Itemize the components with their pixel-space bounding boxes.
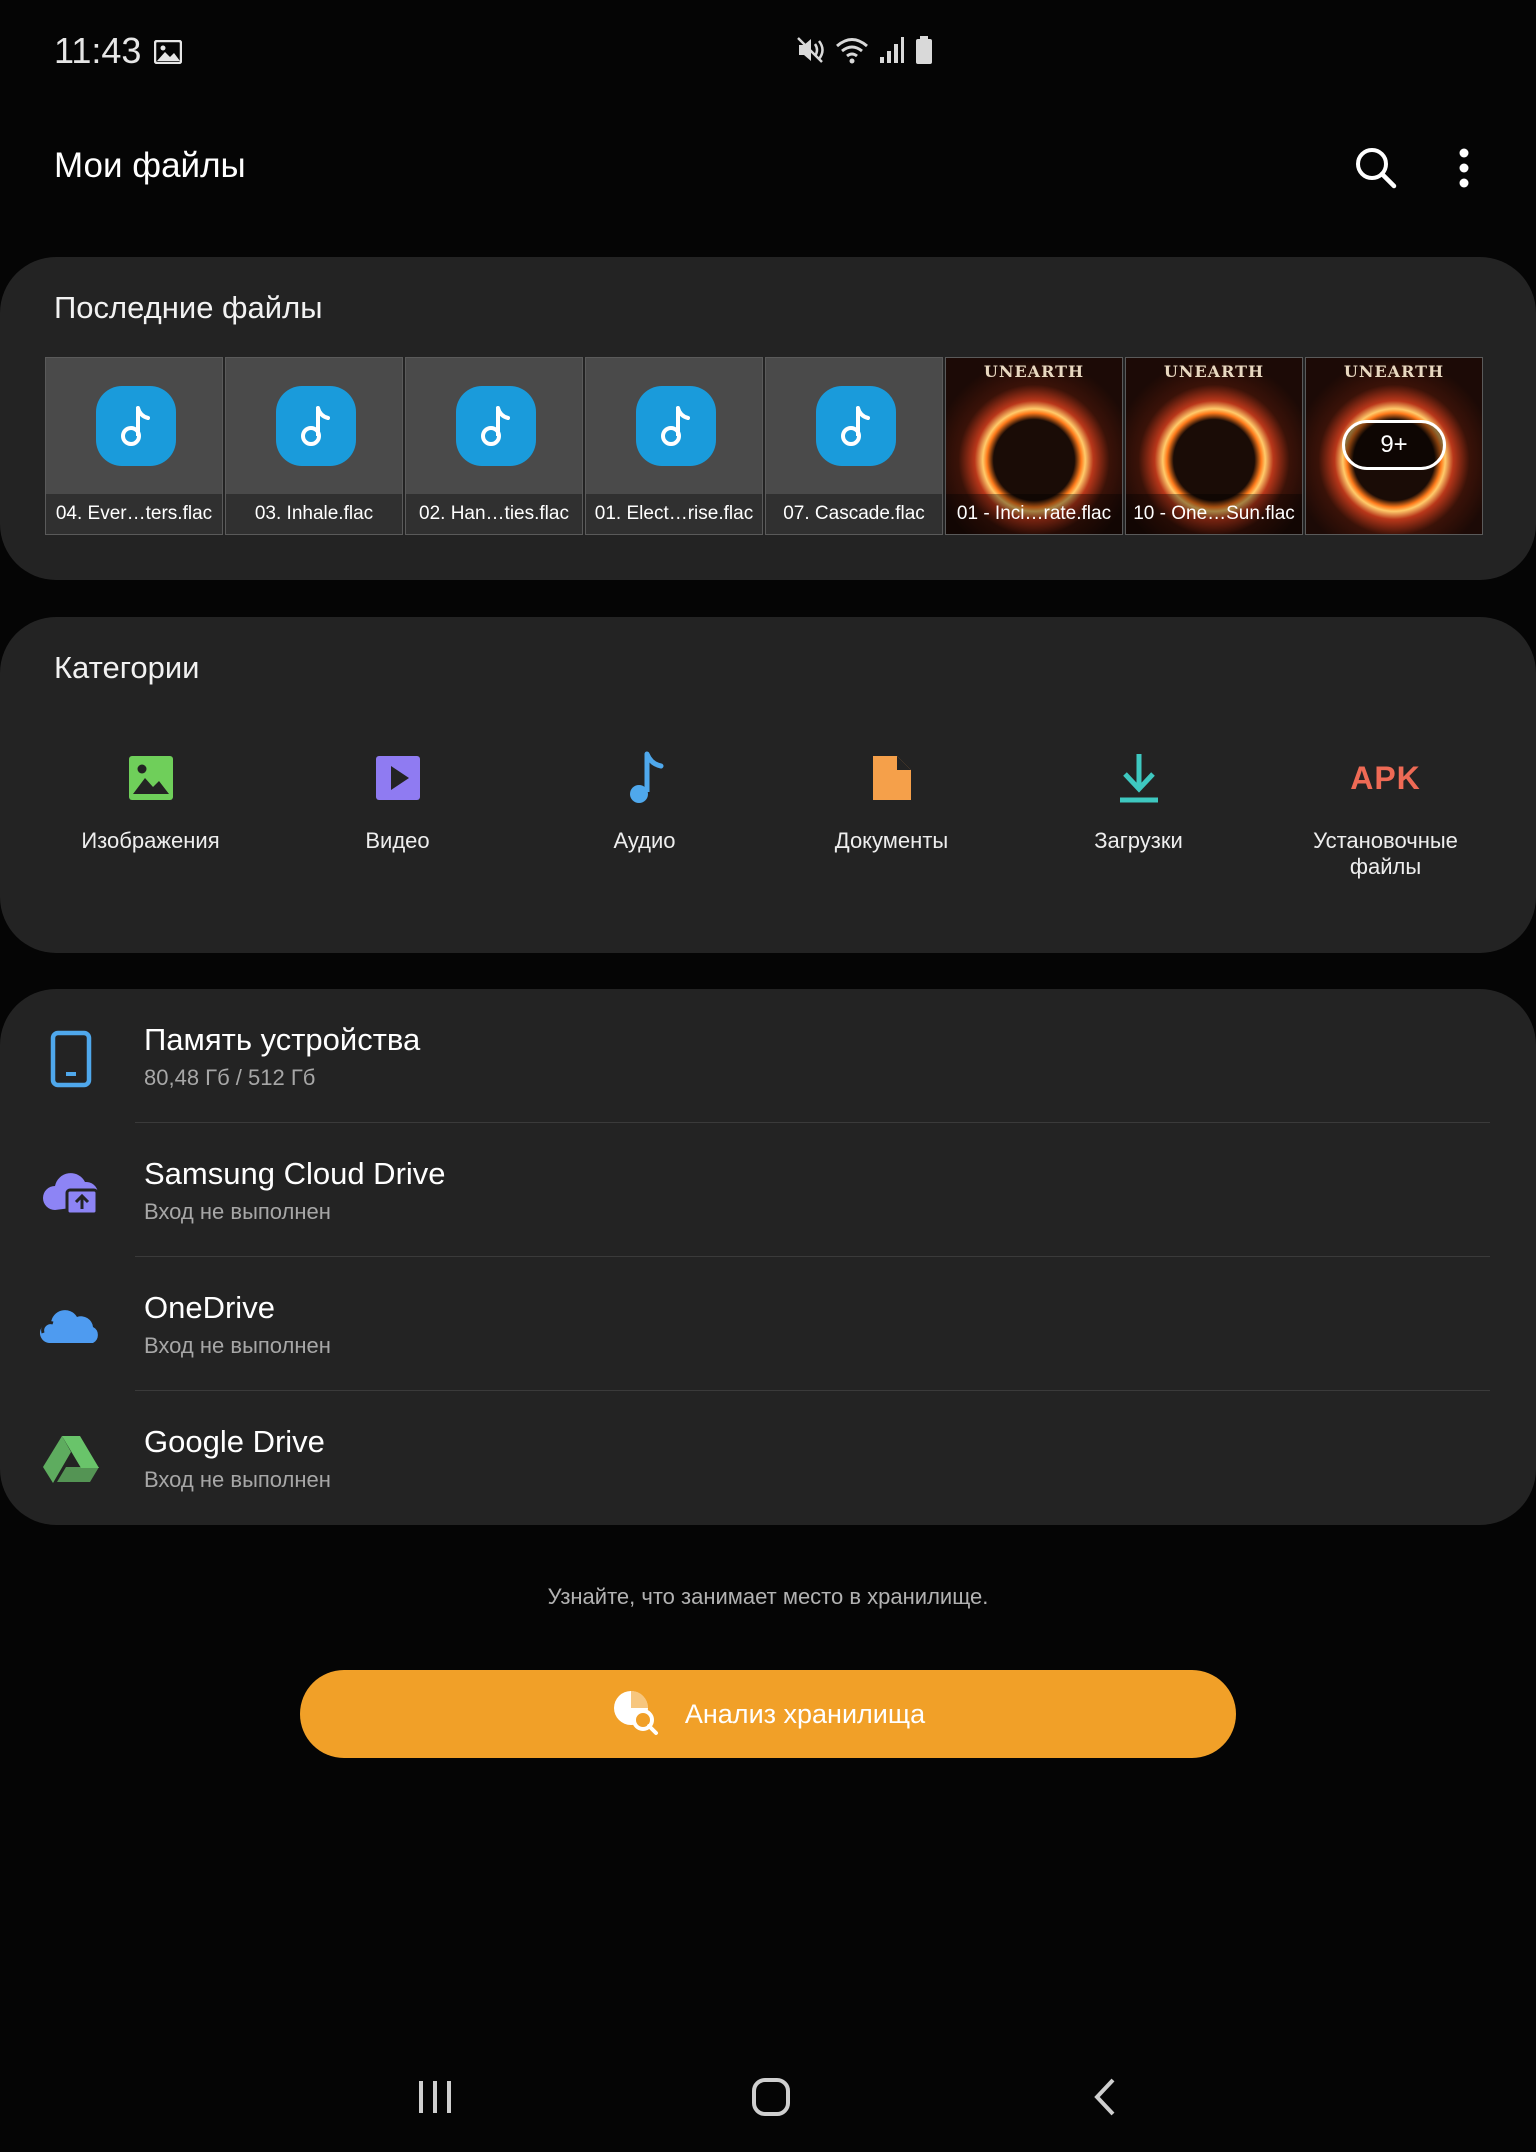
recent-file-thumbnail[interactable]: UNEARTH 01 - Inci…rate.flac — [945, 357, 1123, 535]
storage-status: Вход не выполнен — [144, 1467, 331, 1492]
battery-icon — [915, 35, 933, 70]
status-icons — [795, 35, 933, 70]
recent-file-thumbnail[interactable]: 03. Inhale.flac — [225, 357, 403, 535]
category-label: Аудио — [613, 828, 676, 853]
analyze-storage-label: Анализ хранилища — [684, 1698, 926, 1729]
analyze-storage-icon — [611, 1688, 659, 1741]
storage-status: Вход не выполнен — [144, 1333, 331, 1358]
more-files-badge: 9+ — [1342, 420, 1446, 470]
recents-button[interactable] — [395, 2070, 475, 2124]
onedrive-icon — [38, 1292, 104, 1358]
storage-name: OneDrive — [144, 1290, 275, 1325]
storage-name: Google Drive — [144, 1424, 325, 1459]
music-file-icon — [96, 386, 176, 466]
apk-icon: APK — [1350, 750, 1420, 806]
recent-file-thumbnail[interactable]: 04. Ever…ters.flac — [45, 357, 223, 535]
samsung-cloud-icon — [38, 1158, 104, 1224]
storage-item-google-drive[interactable]: Google Drive Вход не выполнен — [0, 1392, 1536, 1526]
mute-icon — [795, 35, 825, 70]
category-images[interactable]: Изображения — [27, 750, 274, 854]
recent-file-thumbnail[interactable]: 02. Han…ties.flac — [405, 357, 583, 535]
category-apk[interactable]: APK Установочные файлы — [1262, 750, 1509, 880]
category-audio[interactable]: Аудио — [521, 750, 768, 854]
categories-title: Категории — [54, 650, 200, 685]
recent-file-name: 01. Elect…rise.flac — [586, 494, 762, 534]
music-file-icon — [276, 386, 356, 466]
recent-file-name: 01 - Inci…rate.flac — [946, 494, 1122, 534]
recent-file-name: 10 - One…Sun.flac — [1126, 494, 1302, 534]
recent-file-name: 04. Ever…ters.flac — [46, 494, 222, 534]
divider — [135, 1256, 1490, 1257]
divider — [135, 1390, 1490, 1391]
home-button[interactable] — [731, 2070, 811, 2124]
wifi-icon — [835, 35, 869, 70]
signal-icon — [879, 35, 905, 70]
category-label: Видео — [365, 828, 430, 853]
category-downloads[interactable]: Загрузки — [1015, 750, 1262, 854]
phone-icon — [38, 1026, 104, 1092]
apk-glyph: APK — [1350, 759, 1421, 796]
image-icon — [123, 750, 179, 806]
recent-files-more-tile[interactable]: UNEARTH 9+ — [1305, 357, 1483, 535]
more-options-button[interactable] — [1434, 138, 1494, 198]
image-icon — [153, 39, 183, 65]
recent-file-thumbnail[interactable]: 07. Cascade.flac — [765, 357, 943, 535]
album-logo: UNEARTH — [1343, 362, 1445, 381]
music-file-icon — [816, 386, 896, 466]
google-drive-icon — [38, 1426, 104, 1492]
storage-item-device[interactable]: Память устройства 80,48 Гб / 512 Гб — [0, 990, 1536, 1124]
category-label: Документы — [834, 828, 949, 853]
category-video[interactable]: Видео — [274, 750, 521, 854]
audio-icon — [617, 750, 673, 806]
storage-item-onedrive[interactable]: OneDrive Вход не выполнен — [0, 1258, 1536, 1392]
recent-file-thumbnail[interactable]: 01. Elect…rise.flac — [585, 357, 763, 535]
category-label: Установочные файлы — [1313, 828, 1458, 879]
video-icon — [370, 750, 426, 806]
music-file-icon — [456, 386, 536, 466]
storage-status: Вход не выполнен — [144, 1199, 331, 1224]
category-label: Загрузки — [1094, 828, 1183, 853]
home-icon — [752, 2078, 790, 2116]
document-icon — [864, 750, 920, 806]
divider — [135, 1122, 1490, 1123]
back-icon — [1094, 2078, 1115, 2116]
recent-files-title: Последние файлы — [54, 290, 323, 325]
storage-name: Память устройства — [144, 1022, 421, 1057]
music-file-icon — [636, 386, 716, 466]
album-logo: UNEARTH — [1163, 362, 1265, 381]
page-title: Мои файлы — [54, 146, 246, 185]
category-documents[interactable]: Документы — [768, 750, 1015, 854]
back-button[interactable] — [1066, 2070, 1146, 2124]
search-button[interactable] — [1346, 138, 1406, 198]
analyze-storage-button[interactable]: Анализ хранилища — [300, 1670, 1236, 1758]
search-icon — [1356, 148, 1397, 189]
recent-files-strip: 04. Ever…ters.flac 03. Inhale.flac 02. H… — [45, 357, 1483, 535]
category-label: Изображения — [81, 828, 220, 853]
status-time: 11:43 — [54, 30, 142, 71]
recents-icon — [419, 2081, 451, 2113]
recent-file-thumbnail[interactable]: UNEARTH 10 - One…Sun.flac — [1125, 357, 1303, 535]
more-options-icon — [1459, 148, 1469, 188]
storage-item-samsung-cloud[interactable]: Samsung Cloud Drive Вход не выполнен — [0, 1124, 1536, 1258]
recent-file-name: 03. Inhale.flac — [226, 494, 402, 534]
storage-name: Samsung Cloud Drive — [144, 1156, 446, 1191]
download-icon — [1111, 750, 1167, 806]
storage-hint: Узнайте, что занимает место в хранилище. — [547, 1584, 989, 1609]
album-logo: UNEARTH — [983, 362, 1085, 381]
recent-file-name: 02. Han…ties.flac — [406, 494, 582, 534]
storage-usage: 80,48 Гб / 512 Гб — [144, 1065, 316, 1090]
recent-file-name: 07. Cascade.flac — [766, 494, 942, 534]
